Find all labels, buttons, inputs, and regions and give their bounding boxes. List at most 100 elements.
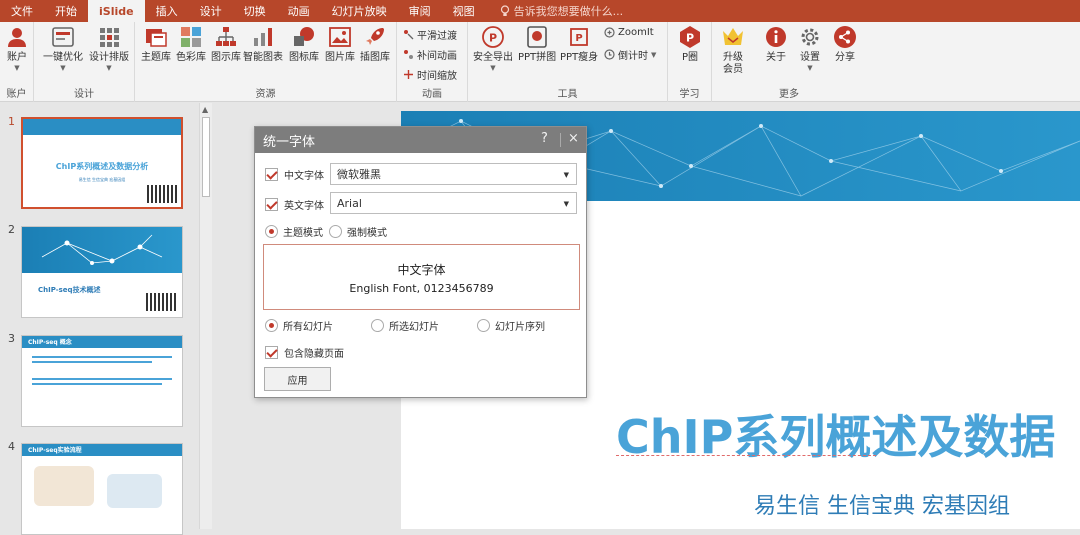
scope-all-radio[interactable] bbox=[265, 319, 278, 332]
thumb-text-line bbox=[32, 378, 172, 380]
chevron-down-icon: ▼ bbox=[14, 64, 20, 72]
thumbnails-scrollbar[interactable]: ▲ bbox=[199, 103, 212, 529]
scrollbar-thumb[interactable] bbox=[202, 117, 210, 197]
thumb-subtitle: 易生信 生信宝典 宏基因组 bbox=[78, 177, 126, 182]
tell-me-text: 告诉我您想要做什么... bbox=[513, 5, 624, 18]
smooth-transition-button[interactable]: 平滑过渡 bbox=[403, 27, 457, 42]
ppt-collage-button[interactable]: PPT拼图 bbox=[518, 25, 556, 64]
theme-mode-radio[interactable] bbox=[265, 225, 278, 238]
p-circle-button[interactable]: P P圈 bbox=[678, 25, 702, 64]
tab-view[interactable]: 视图 bbox=[442, 0, 486, 22]
diagram-library-button[interactable]: 图示库 bbox=[211, 25, 241, 64]
info-icon bbox=[766, 27, 786, 47]
thumb-title: ChIP-seq实验流程 bbox=[28, 447, 82, 454]
en-font-label: 英文字体 bbox=[284, 201, 324, 212]
thumb-illustration bbox=[107, 474, 162, 508]
dialog-titlebar[interactable]: 统一字体 ? × bbox=[255, 127, 586, 153]
group-label-animation: 动画 bbox=[422, 89, 442, 100]
color-library-button[interactable]: 色彩库 bbox=[176, 25, 206, 64]
slide-number: 1 bbox=[8, 115, 15, 128]
slide-subtitle[interactable]: 易生信 生信宝典 宏基因组 bbox=[754, 488, 1010, 520]
thumb-illustration bbox=[34, 466, 94, 506]
safe-export-button[interactable]: P 安全导出 ▼ bbox=[473, 25, 513, 72]
theme-library-button[interactable]: 主题库 bbox=[141, 25, 171, 64]
thumb-title: ChIP-seq 概念 bbox=[28, 339, 72, 346]
qr-code-image bbox=[146, 293, 178, 311]
countdown-button[interactable]: 倒计时 ▼ bbox=[604, 47, 656, 62]
slide-thumbnail-2[interactable]: ChIP-seq技术概述 bbox=[21, 226, 183, 318]
tab-islide[interactable]: iSlide bbox=[88, 0, 145, 22]
scroll-up-icon[interactable]: ▲ bbox=[202, 105, 208, 114]
tab-slideshow[interactable]: 幻灯片放映 bbox=[321, 0, 398, 22]
tab-design[interactable]: 设计 bbox=[189, 0, 233, 22]
slide-thumbnail-1[interactable]: ChIP系列概述及数据分析 易生信 生信宝典 宏基因组 bbox=[21, 117, 183, 209]
scope-all-label: 所有幻灯片 bbox=[283, 322, 333, 333]
ribbon-tab-bar: 文件 开始 iSlide 插入 设计 切换 动画 幻灯片放映 审阅 视图 告诉我… bbox=[0, 0, 1080, 22]
force-mode-label: 强制模式 bbox=[347, 228, 387, 239]
picture-library-button[interactable]: 图片库 bbox=[325, 25, 355, 64]
chevron-down-icon: ▼ bbox=[807, 64, 813, 72]
network-graphic bbox=[41, 234, 163, 265]
scope-selected-radio[interactable] bbox=[371, 319, 384, 332]
chevron-down-icon: ▼ bbox=[106, 64, 112, 72]
zoomit-button[interactable]: ZoomIt bbox=[604, 27, 654, 38]
group-animation: 平滑过渡 补间动画 时间缩放 动画 bbox=[397, 22, 468, 102]
icon-library-button[interactable]: 图标库 bbox=[289, 25, 319, 64]
shapes-icon bbox=[294, 27, 314, 46]
tab-home[interactable]: 开始 bbox=[44, 0, 88, 22]
font-preview-box: 中文字体 English Font, 0123456789 bbox=[263, 244, 580, 310]
cn-font-select[interactable]: 微软雅黑 ▼ bbox=[330, 163, 577, 185]
thumb-text-line bbox=[32, 356, 172, 358]
tab-file[interactable]: 文件 bbox=[0, 0, 44, 22]
close-button[interactable]: × bbox=[568, 131, 579, 146]
upgrade-member-button[interactable]: 升级 会员 bbox=[721, 25, 745, 76]
tab-review[interactable]: 审阅 bbox=[398, 0, 442, 22]
mode-row: 主题模式 强制模式 bbox=[265, 224, 387, 239]
hexagon-logo-icon: P bbox=[680, 26, 700, 48]
tab-transitions[interactable]: 切换 bbox=[233, 0, 277, 22]
settings-button[interactable]: 设置 ▼ bbox=[798, 25, 822, 72]
group-design: 一键优化 ▼ 设计排版 ▼ 设计 bbox=[34, 22, 135, 102]
thumb-title: ChIP系列概述及数据分析 bbox=[55, 162, 149, 171]
zoom-icon bbox=[604, 27, 615, 38]
slide-thumbnail-3[interactable]: ChIP-seq 概念 bbox=[21, 335, 183, 427]
smart-chart-button[interactable]: 智能图表 bbox=[243, 25, 283, 64]
en-font-select[interactable]: Arial ▼ bbox=[330, 192, 577, 214]
tab-insert[interactable]: 插入 bbox=[145, 0, 189, 22]
include-hidden-checkbox[interactable] bbox=[265, 346, 278, 359]
tell-me-box[interactable]: 告诉我您想要做什么... bbox=[486, 0, 624, 22]
share-icon bbox=[834, 26, 856, 48]
group-label-learn: 学习 bbox=[679, 89, 700, 100]
design-layout-button[interactable]: 设计排版 ▼ bbox=[89, 25, 129, 72]
image-icon bbox=[329, 27, 351, 47]
group-resources: 主题库 色彩库 图示库 智能图表 图标库 图片库 插图库 资源 bbox=[135, 22, 397, 102]
export-icon: P bbox=[482, 26, 504, 48]
about-button[interactable]: 关于 bbox=[764, 25, 788, 64]
tab-animations[interactable]: 动画 bbox=[277, 0, 321, 22]
illustration-library-button[interactable]: 插图库 bbox=[360, 25, 390, 64]
group-label-more: 更多 bbox=[779, 89, 799, 100]
one-click-optimize-button[interactable]: 一键优化 ▼ bbox=[43, 25, 83, 72]
preview-cn-text: 中文字体 bbox=[397, 263, 446, 277]
thumb-banner bbox=[23, 119, 181, 135]
account-button[interactable]: 账户 ▼ bbox=[5, 25, 29, 72]
slide-thumbnail-4[interactable]: ChIP-seq实验流程 bbox=[21, 443, 183, 535]
time-scale-button[interactable]: 时间缩放 bbox=[403, 67, 457, 82]
cn-font-row: 中文字体 bbox=[265, 167, 324, 182]
cn-font-checkbox[interactable] bbox=[265, 168, 278, 181]
theme-icon bbox=[146, 29, 167, 47]
tween-icon bbox=[404, 50, 413, 59]
ppt-slim-button[interactable]: P PPT瘦身 bbox=[560, 25, 598, 64]
force-mode-radio[interactable] bbox=[329, 225, 342, 238]
theme-mode-label: 主题模式 bbox=[283, 228, 323, 239]
layout-icon bbox=[52, 27, 74, 47]
apply-button[interactable]: 应用 bbox=[264, 367, 331, 391]
share-button[interactable]: 分享 bbox=[833, 25, 857, 64]
help-button[interactable]: ? bbox=[541, 131, 548, 146]
slide-title[interactable]: ChIP系列概述及数据 bbox=[616, 401, 1055, 467]
thumb-text-line bbox=[32, 361, 152, 363]
tween-animation-button[interactable]: 补间动画 bbox=[403, 47, 457, 62]
svg-text:P: P bbox=[686, 32, 694, 45]
scope-sequence-radio[interactable] bbox=[477, 319, 490, 332]
en-font-checkbox[interactable] bbox=[265, 198, 278, 211]
